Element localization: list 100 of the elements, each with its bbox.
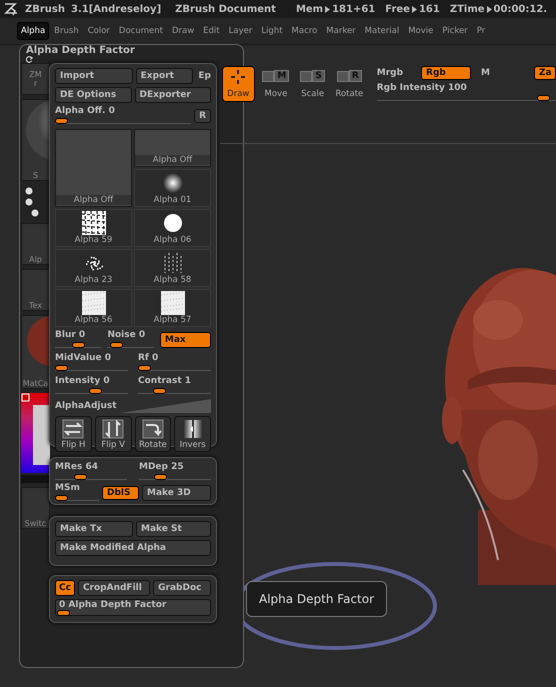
- cc-button[interactable]: Cc: [55, 580, 75, 596]
- rgb-button[interactable]: Rgb: [421, 66, 472, 80]
- depth-slider[interactable]: 0 Alpha Depth Factor: [55, 599, 211, 616]
- tile-label: Alpha 06: [154, 235, 192, 245]
- alpha-tile[interactable]: Alpha 56: [55, 289, 132, 327]
- menu-item[interactable]: Edit: [199, 22, 224, 40]
- shelf-tile[interactable]: Switc: [21, 487, 50, 529]
- slider-thumb[interactable]: [110, 342, 124, 348]
- tooltip: Alpha Depth Factor: [246, 581, 388, 617]
- menu-item[interactable]: Marker: [322, 22, 360, 40]
- menu-item[interactable]: Picker: [438, 22, 472, 40]
- slider-thumb[interactable]: [57, 610, 70, 616]
- options-button[interactable]: DE Options: [55, 87, 132, 103]
- reload-icon[interactable]: [26, 56, 33, 63]
- tool-button[interactable]: R Rotate: [334, 66, 365, 102]
- tool-button[interactable]: Draw: [222, 66, 255, 102]
- tile-label: Switc: [24, 519, 46, 528]
- action-button[interactable]: Flip H: [55, 416, 92, 452]
- make-button[interactable]: Make Tx: [55, 521, 133, 537]
- grab-button[interactable]: GrabDoc: [153, 580, 211, 596]
- shelf-tile[interactable]: ZM r: [21, 63, 50, 95]
- alpha-tile[interactable]: Alpha Off: [134, 129, 211, 167]
- slider-thumb[interactable]: [153, 388, 166, 394]
- slider[interactable]: [107, 341, 154, 348]
- letter-key: M: [274, 70, 290, 82]
- slider-thumb[interactable]: [154, 474, 168, 480]
- action-button[interactable]: Invers: [174, 416, 211, 452]
- make-button[interactable]: Make St: [136, 521, 211, 537]
- slider[interactable]: [376, 94, 556, 101]
- alpha-tile[interactable]: Alpha 06: [134, 209, 211, 247]
- menu-item[interactable]: Pr: [472, 22, 490, 40]
- menu-item[interactable]: Alpha: [17, 22, 50, 40]
- alpha-tile[interactable]: Alpha 59: [55, 209, 132, 247]
- stat-label: ZTime: [450, 4, 485, 14]
- action-button[interactable]: Rotate: [134, 416, 172, 452]
- make-button[interactable]: Make Modified Alpha: [55, 540, 211, 556]
- slider[interactable]: [139, 473, 211, 480]
- slider[interactable]: [55, 473, 127, 480]
- exporter-button[interactable]: DExporter: [134, 87, 211, 103]
- ep-label: Ep: [198, 71, 211, 81]
- menu-item[interactable]: Macro: [288, 22, 322, 40]
- swap-arrows-icon: [62, 419, 84, 439]
- slider-thumb[interactable]: [55, 495, 68, 501]
- toggle-button[interactable]: Za: [534, 66, 556, 80]
- shelf-tile[interactable]: S: [21, 99, 50, 181]
- slider-thumb[interactable]: [55, 365, 68, 371]
- slider-thumb[interactable]: [55, 118, 68, 124]
- slider-thumb[interactable]: [536, 95, 550, 101]
- slider-thumb[interactable]: [72, 342, 85, 348]
- action-button[interactable]: Flip V: [94, 416, 132, 452]
- slider[interactable]: [55, 341, 102, 348]
- shelf-tile[interactable]: Alp: [21, 223, 50, 265]
- streaks-icon: [162, 250, 182, 274]
- tile-label: Alp: [29, 255, 42, 264]
- make-3d-button[interactable]: Make 3D: [142, 485, 211, 501]
- tile-label: ZM: [29, 70, 42, 79]
- export-button[interactable]: Export: [136, 68, 194, 84]
- reset-button[interactable]: R: [194, 109, 211, 123]
- shelf-tile[interactable]: MatCa: [21, 315, 50, 389]
- alpha-tile[interactable]: Alpha 58: [134, 249, 211, 287]
- alpha-tile[interactable]: Alpha Off: [55, 129, 132, 207]
- crop-fill-button[interactable]: CropAndFill: [78, 580, 150, 596]
- max-button[interactable]: Max: [160, 332, 211, 348]
- shelf-tile[interactable]: Tex: [21, 269, 50, 311]
- menu-item[interactable]: Color: [84, 22, 114, 40]
- menu-item[interactable]: Draw: [168, 22, 198, 40]
- color-picker[interactable]: [21, 393, 50, 483]
- tool-button[interactable]: M Move: [260, 66, 292, 102]
- slider-thumb[interactable]: [88, 388, 102, 394]
- slider-thumb[interactable]: [74, 474, 87, 480]
- slider[interactable]: [55, 364, 128, 371]
- tool-button[interactable]: S Scale: [297, 66, 328, 102]
- slider[interactable]: [138, 364, 211, 371]
- import-button[interactable]: Import: [55, 68, 133, 84]
- alpha-tile[interactable]: Alpha 57: [134, 289, 211, 327]
- slider-thumb[interactable]: [138, 365, 151, 371]
- dbls-button[interactable]: DblS: [102, 486, 139, 500]
- menu-item[interactable]: Document: [114, 22, 167, 40]
- alpha-tile[interactable]: Alpha 01: [134, 169, 211, 207]
- arrow-icon: [325, 6, 330, 12]
- menu-item[interactable]: Brush: [50, 22, 83, 40]
- menu-item[interactable]: Light: [257, 22, 287, 40]
- menu-item[interactable]: Layer: [224, 22, 256, 40]
- disc-icon: [162, 212, 182, 232]
- arrow-icon: [486, 6, 492, 12]
- square-icon: [336, 71, 349, 82]
- slider[interactable]: [55, 494, 99, 501]
- slider-label: MRes 64: [55, 462, 100, 472]
- slider-label: MidValue 0: [55, 353, 112, 363]
- menu-item[interactable]: Material: [360, 22, 404, 40]
- slider[interactable]: [55, 117, 192, 124]
- slider-label: Blur 0: [55, 330, 86, 340]
- alpha-tile[interactable]: Alpha 23: [55, 249, 132, 287]
- version-label: 3.1[Andreseloy]: [71, 4, 162, 14]
- slider[interactable]: [55, 387, 128, 394]
- slider-label: MSm: [55, 483, 81, 493]
- menu-item[interactable]: Movie: [404, 22, 438, 40]
- crosshair-icon: [231, 70, 246, 84]
- arrow-icon: [412, 6, 417, 12]
- slider[interactable]: [138, 387, 211, 394]
